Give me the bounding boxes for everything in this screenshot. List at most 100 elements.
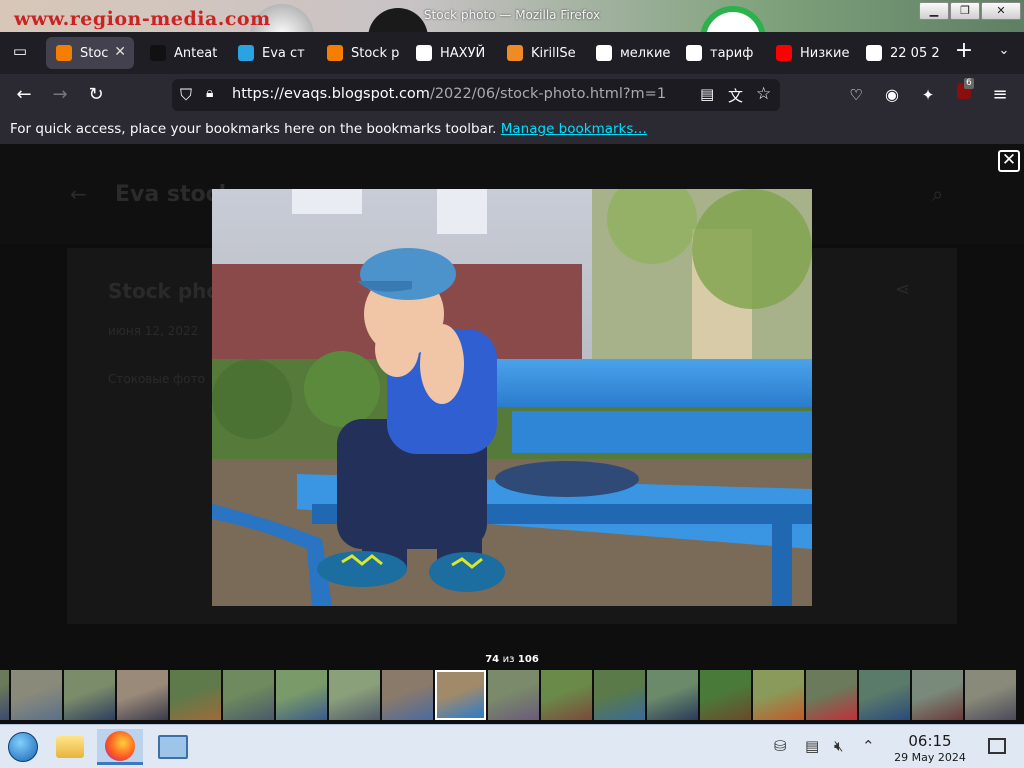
app-menu-icon[interactable]: ≡ [986, 82, 1014, 108]
thumbnail[interactable] [859, 670, 910, 720]
thumbnail[interactable] [435, 670, 486, 720]
show-desktop-icon[interactable] [988, 738, 1006, 754]
share-icon[interactable]: ⋖ [895, 279, 910, 300]
thumbnail[interactable] [965, 670, 1016, 720]
clock-date: 29 May 2024 [894, 751, 966, 764]
clock-time: 06:15 [908, 732, 952, 750]
thumbnail[interactable] [753, 670, 804, 720]
thumbnail[interactable] [488, 670, 539, 720]
thumbnail[interactable] [223, 670, 274, 720]
thumbnail[interactable] [64, 670, 115, 720]
tab-label: Низкие [800, 45, 850, 61]
thumbnail[interactable] [700, 670, 751, 720]
url-text[interactable]: https://evaqs.blogspot.com/2022/06/stock… [232, 86, 666, 102]
thumbnail[interactable] [806, 670, 857, 720]
thumbnail[interactable] [594, 670, 645, 720]
bookmarks-toolbar: For quick access, place your bookmarks h… [0, 116, 1024, 144]
extensions-icon[interactable]: ✦ [914, 82, 942, 108]
volume-muted-icon[interactable]: 🔇︎ [834, 737, 843, 755]
manage-bookmarks-link[interactable]: Manage bookmarks… [501, 121, 647, 137]
shield-icon[interactable]: ⛉ [180, 85, 192, 105]
tab-6[interactable]: KirillSe [497, 37, 582, 69]
tab-2[interactable]: Anteat [140, 37, 224, 69]
remote-desktop-button[interactable] [150, 729, 196, 765]
lightbox-close-button[interactable]: ✕ [998, 150, 1020, 172]
system-clock[interactable]: 06:15 29 May 2024 [888, 732, 972, 764]
tab-label: тариф [710, 45, 754, 61]
tab-label: 22 05 2 [890, 45, 940, 61]
window-title: Stock photo — Mozilla Firefox [423, 8, 601, 22]
tab-label: НАХУЙ [440, 45, 486, 61]
account-icon[interactable]: ◉ [878, 82, 906, 108]
thumbnail[interactable] [329, 670, 380, 720]
orange-ball-icon [507, 45, 523, 61]
firefox-taskbar-button[interactable] [97, 729, 143, 765]
thumbnail[interactable] [0, 670, 9, 720]
tab-label: KirillSe [531, 45, 576, 61]
blog-back-icon[interactable]: ← [70, 182, 87, 206]
tab-7[interactable]: мелкие [586, 37, 672, 69]
tab-1[interactable]: Stoc ✕ [46, 37, 134, 69]
tab-label: мелкие [620, 45, 671, 61]
close-tab-icon[interactable]: ✕ [114, 44, 126, 60]
file-manager-button[interactable] [47, 729, 93, 765]
extension-badge: 6 [964, 78, 974, 89]
tab-4[interactable]: Stock p [317, 37, 402, 69]
thumbnail[interactable] [117, 670, 168, 720]
thumbnail[interactable] [276, 670, 327, 720]
tab-strip: ▭ Stoc ✕ Anteat Eva ст Stock p НАХУЙ KirillSe м… [0, 32, 1024, 74]
monitor-icon [158, 735, 188, 759]
tray-expand-icon[interactable]: ⌃ [862, 737, 875, 755]
bookmarks-hint: For quick access, place your bookmarks h… [10, 121, 497, 137]
blogger-icon [56, 45, 72, 61]
reader-view-icon[interactable]: ▤ [700, 85, 714, 103]
thumbnail[interactable] [647, 670, 698, 720]
dark-favicon-icon [150, 45, 166, 61]
pocket-icon[interactable]: ♡ [842, 82, 870, 108]
thumbnail[interactable] [382, 670, 433, 720]
tab-label: Anteat [174, 45, 218, 61]
firefox-view-icon[interactable]: ▭ [6, 38, 34, 64]
photo-counter: 74 из 106 [485, 654, 539, 665]
telegram-icon [238, 45, 254, 61]
lock-icon[interactable]: 🔒︎ [206, 85, 213, 101]
youtube-icon [776, 45, 792, 61]
tab-label: Stoc [80, 45, 109, 61]
photo-boy-on-bench [212, 189, 812, 606]
new-tab-button[interactable]: + [950, 38, 978, 64]
list-all-tabs-icon[interactable]: ⌄ [990, 38, 1018, 64]
ublock-extension-icon[interactable]: 6 [950, 78, 978, 108]
network-status-icon[interactable]: ⛁ [774, 737, 787, 755]
translate-icon[interactable]: 文 [728, 85, 743, 106]
windows-start-icon [8, 732, 38, 762]
bookmark-star-icon[interactable]: ☆ [756, 84, 771, 104]
navigation-bar: ← → ↻ ⛉ 🔒︎ https://evaqs.blogspot.com/20… [0, 74, 1024, 116]
folder-icon [56, 736, 84, 758]
start-menu-button[interactable] [0, 729, 46, 765]
forward-button[interactable]: → [46, 82, 74, 108]
tab-label: Stock p [351, 45, 400, 61]
minimize-button[interactable]: ▁ [919, 2, 949, 20]
google-color-icon [866, 45, 882, 61]
url-bar[interactable]: ⛉ 🔒︎ https://evaqs.blogspot.com/2022/06/… [172, 79, 780, 111]
tab-8[interactable]: тариф [676, 37, 762, 69]
firefox-icon [105, 730, 135, 761]
tab-3[interactable]: Eva ст [228, 37, 313, 69]
blog-search-icon[interactable]: ⌕ [932, 182, 943, 206]
thumbnail[interactable] [170, 670, 221, 720]
thumbnail[interactable] [541, 670, 592, 720]
lightbox-photo[interactable] [212, 189, 812, 606]
os-taskbar: ⛁ ▤ 🔇︎ ⌃ 06:15 29 May 2024 [0, 724, 1024, 768]
close-window-button[interactable]: ✕ [981, 2, 1021, 20]
dark-square-icon [416, 45, 432, 61]
tab-10[interactable]: 22 05 2 [856, 37, 942, 69]
page-content: ← Eva stock ⌕ Stock phot ⋖ июня 12, 2022… [0, 144, 1024, 724]
clipboard-icon[interactable]: ▤ [805, 737, 819, 755]
thumbnail[interactable] [11, 670, 62, 720]
tab-9[interactable]: Низкие [766, 37, 852, 69]
thumbnail[interactable] [912, 670, 963, 720]
back-button[interactable]: ← [10, 82, 38, 108]
reload-button[interactable]: ↻ [82, 82, 110, 108]
tab-5[interactable]: НАХУЙ [406, 37, 492, 69]
maximize-button[interactable]: ❐ [950, 2, 980, 20]
